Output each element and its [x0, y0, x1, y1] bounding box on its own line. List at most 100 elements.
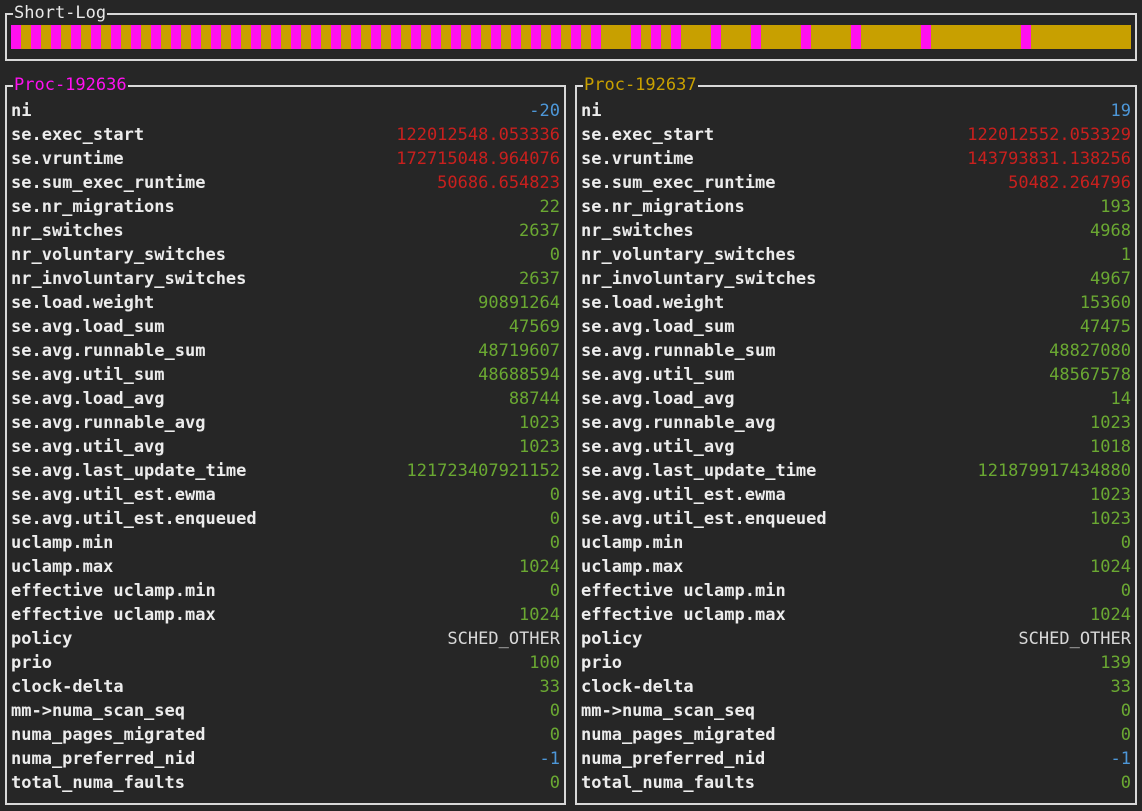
stat-row: clock-delta 33 — [11, 675, 560, 699]
stat-value: 1023 — [519, 413, 560, 433]
stat-key: clock-delta — [11, 677, 124, 697]
log-segment — [861, 25, 871, 49]
stat-value: SCHED_OTHER — [447, 629, 560, 649]
log-segment — [881, 25, 891, 49]
log-segment — [1111, 25, 1121, 49]
stat-row: se.avg.runnable_avg 1023 — [11, 411, 560, 435]
log-segment — [1101, 25, 1111, 49]
stat-row: se.sum_exec_runtime 50686.654823 — [11, 171, 560, 195]
log-segment — [21, 25, 31, 49]
stat-row: policy SCHED_OTHER — [11, 627, 560, 651]
log-segment — [651, 25, 661, 49]
log-segment — [941, 25, 951, 49]
stat-value: 1024 — [519, 605, 560, 625]
log-segment — [411, 25, 421, 49]
log-segment — [551, 25, 561, 49]
log-segment — [1121, 25, 1131, 49]
short-log-title: Short-Log — [13, 3, 108, 23]
log-segment — [621, 25, 631, 49]
stat-value: 1024 — [1090, 605, 1131, 625]
stat-value: 1023 — [1090, 485, 1131, 505]
stat-key: se.avg.runnable_avg — [581, 413, 776, 433]
log-segment — [781, 25, 791, 49]
stat-key: se.avg.util_sum — [11, 365, 165, 385]
log-segment — [561, 25, 571, 49]
proc-panel-title: Proc-192637 — [583, 75, 698, 95]
stat-key: uclamp.min — [11, 533, 114, 553]
log-segment — [321, 25, 331, 49]
log-segment — [161, 25, 171, 49]
stat-key: uclamp.max — [581, 557, 684, 577]
stat-key: se.avg.runnable_sum — [581, 341, 776, 361]
log-segment — [461, 25, 471, 49]
stat-row: effective uclamp.max 1024 — [11, 603, 560, 627]
stat-value: 0 — [1120, 725, 1131, 745]
log-segment — [51, 25, 61, 49]
stat-row: se.vruntime 172715048.964076 — [11, 147, 560, 171]
stat-value: 33 — [539, 677, 560, 697]
stat-value: 0 — [1120, 701, 1131, 721]
stat-key: se.load.weight — [581, 293, 725, 313]
log-segment — [531, 25, 541, 49]
stat-key: se.nr_migrations — [11, 197, 175, 217]
stat-row: numa_preferred_nid -1 — [581, 747, 1131, 771]
stat-row: se.exec_start 122012552.053329 — [581, 123, 1131, 147]
stat-row: se.sum_exec_runtime 50482.264796 — [581, 171, 1131, 195]
stat-value: 0 — [1120, 581, 1131, 601]
log-segment — [271, 25, 281, 49]
stat-row: se.exec_start 122012548.053336 — [11, 123, 560, 147]
log-segment — [221, 25, 231, 49]
log-segment — [751, 25, 761, 49]
stat-row: se.avg.runnable_sum 48719607 — [11, 339, 560, 363]
stat-row: nr_switches 2637 — [11, 219, 560, 243]
log-segment — [661, 25, 671, 49]
stat-key: se.avg.util_est.ewma — [11, 485, 216, 505]
stat-row: se.avg.last_update_time 121879917434880 — [581, 459, 1131, 483]
stat-row: ni 19 — [581, 99, 1131, 123]
log-segment — [891, 25, 901, 49]
log-segment — [391, 25, 401, 49]
log-segment — [61, 25, 71, 49]
log-segment — [931, 25, 941, 49]
stat-row: se.avg.util_est.enqueued 0 — [11, 507, 560, 531]
stat-row: se.avg.util_est.ewma 1023 — [581, 483, 1131, 507]
stat-value: 22 — [539, 197, 560, 217]
log-segment — [671, 25, 681, 49]
stat-row: mm->numa_scan_seq 0 — [581, 699, 1131, 723]
log-segment — [701, 25, 711, 49]
log-segment — [31, 25, 41, 49]
stat-key: se.avg.last_update_time — [581, 461, 817, 481]
stat-value: 50482.264796 — [1008, 173, 1131, 193]
stat-key: policy — [581, 629, 643, 649]
log-segment — [1071, 25, 1081, 49]
stat-value: -1 — [539, 749, 560, 769]
stat-row: se.avg.util_sum 48688594 — [11, 363, 560, 387]
log-segment — [821, 25, 831, 49]
stat-value: 143793831.138256 — [967, 149, 1131, 169]
log-segment — [81, 25, 91, 49]
log-segment — [581, 25, 591, 49]
log-segment — [401, 25, 411, 49]
log-segment — [961, 25, 971, 49]
stat-key: prio — [11, 653, 52, 673]
log-segment — [371, 25, 381, 49]
stat-key: ni — [11, 101, 32, 121]
stat-key: uclamp.max — [11, 557, 114, 577]
log-segment — [431, 25, 441, 49]
log-segment — [201, 25, 211, 49]
stat-row: se.load.weight 15360 — [581, 291, 1131, 315]
log-segment — [721, 25, 731, 49]
stat-key: se.avg.load_avg — [11, 389, 165, 409]
stat-value: 172715048.964076 — [396, 149, 560, 169]
stat-row: se.avg.load_avg 14 — [581, 387, 1131, 411]
stat-row: se.avg.runnable_sum 48827080 — [581, 339, 1131, 363]
stat-key: effective uclamp.min — [581, 581, 786, 601]
stat-value: 122012548.053336 — [396, 125, 560, 145]
stat-value: 88744 — [508, 389, 560, 409]
stat-key: se.avg.util_est.enqueued — [581, 509, 827, 529]
log-segment — [741, 25, 751, 49]
stat-key: numa_pages_migrated — [581, 725, 776, 745]
proc-stats-list: ni 19 se.exec_start 122012552.053329 se.vrun… — [581, 99, 1131, 795]
stat-value: 121879917434880 — [977, 461, 1131, 481]
log-segment — [801, 25, 811, 49]
